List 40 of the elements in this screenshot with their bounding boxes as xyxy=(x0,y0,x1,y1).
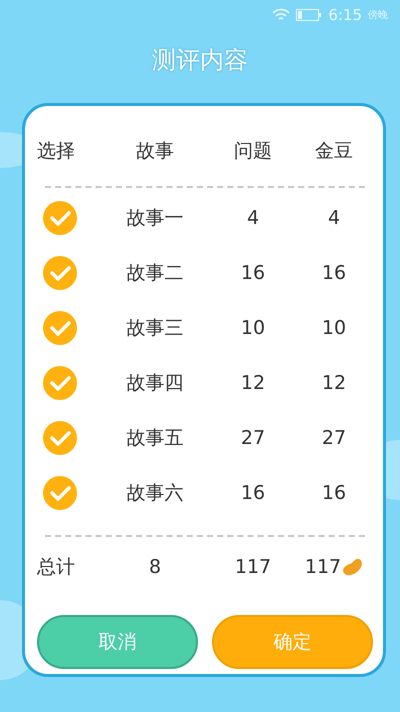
total-questions: 117 xyxy=(234,556,272,578)
table-cell-text: 故事三 xyxy=(126,316,184,340)
battery-icon xyxy=(296,9,322,21)
checkbox-checked-icon[interactable] xyxy=(43,256,77,290)
column-header: 金豆 xyxy=(315,139,353,164)
table-cell-text: 故事六 xyxy=(126,480,184,506)
table-cell: 4 xyxy=(246,206,260,228)
table-cell-text: 故事二 xyxy=(126,260,184,286)
table-cell-text: 故事五 xyxy=(126,426,184,450)
table-cell: 10 xyxy=(240,316,266,338)
table-cell: 10 xyxy=(322,316,346,338)
table-cell: 16 xyxy=(322,262,346,284)
wifi-icon xyxy=(272,8,290,22)
checkbox-checked-icon[interactable] xyxy=(43,310,77,344)
checkbox-checked-icon[interactable] xyxy=(43,200,77,234)
cancel-button[interactable]: 取消 xyxy=(37,615,198,669)
column-header: 问题 xyxy=(234,139,272,164)
page-title: 测评内容 xyxy=(152,45,248,76)
table-cell-text: 故事四 xyxy=(126,370,184,396)
total-coins: 117 xyxy=(304,556,342,578)
table-cell: 16 xyxy=(240,482,266,504)
column-header: 选择 xyxy=(37,139,75,164)
bean-icon xyxy=(341,557,364,577)
total-count: 8 xyxy=(148,556,162,578)
status-period: 傍晚 xyxy=(368,8,388,22)
checkbox-checked-icon[interactable] xyxy=(43,366,77,400)
table-cell: 27 xyxy=(240,426,266,448)
status-time: 6:15 xyxy=(328,6,362,24)
column-header: 故事 xyxy=(136,139,174,164)
checkbox-checked-icon[interactable] xyxy=(43,420,77,454)
table-cell: 12 xyxy=(322,372,346,394)
table-cell: 16 xyxy=(322,482,346,504)
confirm-button[interactable]: 确定 xyxy=(212,615,373,669)
table-cell: 4 xyxy=(328,206,340,228)
table-cell-text: 故事一 xyxy=(126,206,184,230)
checkbox-checked-icon[interactable] xyxy=(43,476,77,510)
total-label: 总计 xyxy=(37,555,75,580)
table-cell: 12 xyxy=(240,372,266,394)
table-cell: 16 xyxy=(240,262,266,284)
table-cell: 27 xyxy=(322,426,346,448)
